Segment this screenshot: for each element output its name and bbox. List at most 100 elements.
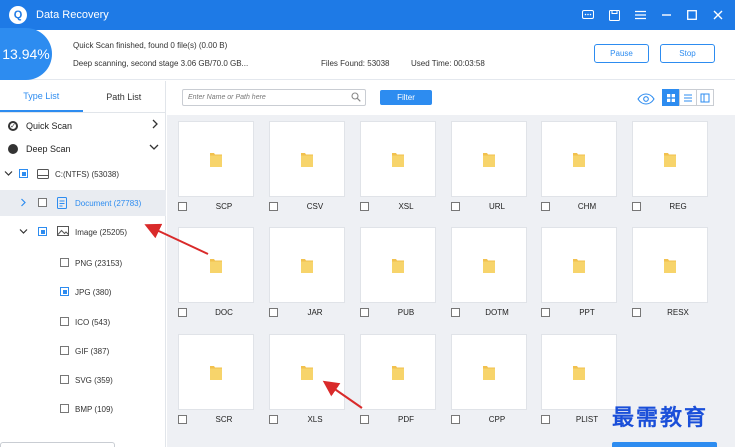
tree-item-gif[interactable]: GIF (387)	[0, 338, 166, 364]
file-type-card[interactable]: CSV	[269, 121, 345, 216]
file-type-checkbox[interactable]	[541, 308, 550, 317]
folder-icon	[664, 259, 676, 273]
file-type-checkbox[interactable]	[451, 202, 460, 211]
tab-type-list[interactable]: Type List	[0, 81, 83, 112]
folder-icon	[210, 153, 222, 167]
tab-path-list[interactable]: Path List	[83, 81, 166, 112]
file-type-checkbox[interactable]	[269, 415, 278, 424]
tree-item-png[interactable]: PNG (23153)	[0, 250, 166, 276]
gif-checkbox[interactable]	[60, 346, 69, 355]
file-type-thumbnail[interactable]	[360, 334, 436, 410]
tree-item-svg[interactable]: SVG (359)	[0, 367, 166, 393]
maximize-icon[interactable]	[685, 8, 699, 22]
file-type-checkbox[interactable]	[178, 308, 187, 317]
file-type-thumbnail[interactable]	[451, 121, 527, 197]
file-type-checkbox[interactable]	[451, 308, 460, 317]
tree-item-jpg[interactable]: JPG (380)	[0, 279, 166, 305]
pause-button[interactable]: Pause	[594, 44, 649, 63]
tree-item-drive[interactable]: C:(NTFS) (53038)	[0, 161, 166, 187]
file-type-card[interactable]: SCR	[178, 334, 254, 429]
file-type-checkbox[interactable]	[269, 308, 278, 317]
stop-button[interactable]: Stop	[660, 44, 715, 63]
image-checkbox[interactable]	[38, 227, 47, 236]
ico-checkbox[interactable]	[60, 317, 69, 326]
file-type-thumbnail[interactable]	[541, 121, 617, 197]
tree-item-bmp[interactable]: BMP (109)	[0, 396, 166, 422]
file-type-thumbnail[interactable]	[178, 121, 254, 197]
tree-item-image[interactable]: Image (25205)	[0, 219, 166, 245]
file-type-card[interactable]: XSL	[360, 121, 436, 216]
tree-item-ico[interactable]: ICO (543)	[0, 309, 166, 335]
file-type-checkbox[interactable]	[541, 415, 550, 424]
list-view-button[interactable]	[679, 89, 697, 106]
file-type-card[interactable]: PLIST	[541, 334, 617, 429]
feedback-icon[interactable]	[581, 8, 595, 22]
file-type-thumbnail[interactable]	[451, 227, 527, 303]
filter-button[interactable]: Filter	[380, 90, 432, 105]
close-icon[interactable]	[711, 8, 725, 22]
minimize-icon[interactable]	[659, 8, 673, 22]
png-checkbox[interactable]	[60, 258, 69, 267]
file-type-card[interactable]: DOTM	[451, 227, 527, 322]
jpg-checkbox[interactable]	[60, 287, 69, 296]
file-type-label: CSV	[306, 202, 324, 211]
search-placeholder: Enter Name or Path here	[188, 94, 266, 101]
file-type-thumbnail[interactable]	[178, 227, 254, 303]
menu-icon[interactable]	[633, 8, 647, 22]
tree-item-document[interactable]: Document (27783)	[0, 190, 166, 216]
file-type-card[interactable]: CPP	[451, 334, 527, 429]
file-type-card[interactable]: DOC	[178, 227, 254, 322]
file-type-card[interactable]: PDF	[360, 334, 436, 429]
file-type-thumbnail[interactable]	[451, 334, 527, 410]
file-type-card[interactable]: JAR	[269, 227, 345, 322]
file-type-checkbox[interactable]	[360, 415, 369, 424]
file-type-checkbox[interactable]	[451, 415, 460, 424]
grid-view-button[interactable]	[662, 89, 680, 106]
eye-icon[interactable]	[637, 92, 655, 105]
file-type-card[interactable]: PPT	[541, 227, 617, 322]
chevron-down-icon[interactable]	[3, 169, 13, 179]
file-type-thumbnail[interactable]	[541, 227, 617, 303]
document-checkbox[interactable]	[38, 198, 47, 207]
view-mode-tools	[637, 89, 714, 106]
file-type-checkbox[interactable]	[541, 202, 550, 211]
quick-scan-row[interactable]: Quick Scan	[0, 114, 166, 137]
file-type-card[interactable]: XLS	[269, 334, 345, 429]
recover-button[interactable]	[612, 442, 717, 447]
file-type-card[interactable]: SCP	[178, 121, 254, 216]
file-type-checkbox[interactable]	[632, 202, 641, 211]
file-type-card[interactable]: CHM	[541, 121, 617, 216]
file-type-card[interactable]: PUB	[360, 227, 436, 322]
file-type-thumbnail[interactable]	[269, 121, 345, 197]
chevron-right-icon[interactable]	[18, 198, 28, 209]
file-type-checkbox[interactable]	[360, 308, 369, 317]
file-type-card[interactable]: REG	[632, 121, 708, 216]
file-type-thumbnail[interactable]	[541, 334, 617, 410]
title-bar: Q Data Recovery	[0, 0, 735, 30]
file-type-thumbnail[interactable]	[360, 121, 436, 197]
file-type-thumbnail[interactable]	[178, 334, 254, 410]
svg-checkbox[interactable]	[60, 375, 69, 384]
search-input[interactable]: Enter Name or Path here	[182, 89, 366, 106]
drive-checkbox[interactable]	[19, 169, 28, 178]
file-type-thumbnail[interactable]	[632, 121, 708, 197]
file-type-checkbox[interactable]	[360, 202, 369, 211]
folder-icon	[483, 153, 495, 167]
detail-view-button[interactable]	[696, 89, 714, 106]
file-type-checkbox[interactable]	[178, 202, 187, 211]
file-type-thumbnail[interactable]	[269, 334, 345, 410]
chevron-down-icon[interactable]	[18, 227, 28, 237]
file-type-thumbnail[interactable]	[269, 227, 345, 303]
file-type-checkbox[interactable]	[178, 415, 187, 424]
file-type-card[interactable]: RESX	[632, 227, 708, 322]
save-icon[interactable]	[607, 8, 621, 22]
back-button[interactable]	[0, 442, 115, 447]
file-type-thumbnail[interactable]	[632, 227, 708, 303]
search-icon[interactable]	[351, 92, 361, 102]
file-type-card[interactable]: URL	[451, 121, 527, 216]
file-type-thumbnail[interactable]	[360, 227, 436, 303]
file-type-checkbox[interactable]	[269, 202, 278, 211]
deep-scan-row[interactable]: Deep Scan	[0, 137, 166, 160]
file-type-checkbox[interactable]	[632, 308, 641, 317]
bmp-checkbox[interactable]	[60, 404, 69, 413]
